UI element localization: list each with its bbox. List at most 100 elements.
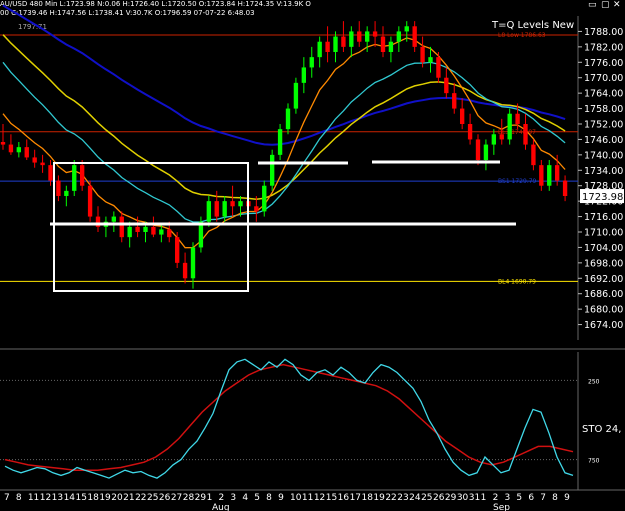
x-tick-label: 7 [4, 493, 10, 503]
x-tick-label: 7 [540, 493, 546, 503]
y-tick-label: 1788.00 [584, 27, 623, 38]
x-tick-label: 1 [481, 493, 487, 503]
candle-body [277, 129, 283, 155]
candle-body [64, 190, 69, 196]
x-tick-label: 6 [528, 493, 534, 503]
x-tick-label: 25 [421, 493, 432, 503]
candle-body [159, 229, 164, 235]
candle-body [40, 162, 45, 166]
candle-body [72, 165, 77, 191]
candle-body [111, 216, 117, 222]
candle-body [349, 31, 354, 47]
level-label: BS1 1729.79 [498, 178, 537, 185]
candle-body [269, 154, 275, 186]
x-tick-label: 15 [326, 493, 337, 503]
x-tick-label: 27 [171, 493, 182, 503]
x-tick-label: 8 [266, 493, 272, 503]
ma-teal-line [2, 61, 566, 223]
stoch-label: STO 24, [582, 424, 621, 435]
level-label: L8 Low 1786.63 [498, 32, 546, 39]
y-tick-label: 1734.00 [584, 166, 623, 177]
y-tick-label: 1704.00 [584, 243, 623, 254]
month-label: Sep [493, 503, 510, 511]
x-tick-label: 11 [302, 493, 313, 503]
x-tick-label: 2 [493, 493, 499, 503]
candle-body [380, 36, 386, 52]
x-tick-label: 11 [28, 493, 39, 503]
stoch-ref-label: 250 [588, 378, 600, 385]
candle-body [420, 46, 425, 63]
candle-body [309, 57, 314, 68]
candle-body [32, 157, 37, 163]
x-tick-label: 1 [207, 493, 213, 503]
x-tick-label: 4 [242, 493, 248, 503]
candle-body [182, 262, 188, 279]
candle-body [8, 144, 14, 153]
x-tick-label: 8 [16, 493, 22, 503]
x-tick-label: 8 [552, 493, 558, 503]
candle-body [523, 124, 528, 145]
candle-body [499, 134, 504, 140]
candle-body [301, 67, 307, 83]
x-tick-label: 5 [516, 493, 522, 503]
x-tick-label: 23 [397, 493, 408, 503]
candle-body [151, 226, 156, 235]
x-tick-label: 14 [64, 493, 76, 503]
candle-body [452, 93, 457, 109]
x-tick-label: 9 [278, 493, 284, 503]
x-tick-label: 22 [135, 493, 146, 503]
candle-body [254, 206, 259, 212]
candle-body [554, 165, 560, 181]
candle-body [428, 57, 433, 63]
candle-body [467, 124, 473, 140]
candle-body [459, 108, 465, 124]
x-tick-label: 5 [254, 493, 260, 503]
candle-body [515, 113, 520, 124]
candle-body [56, 180, 61, 196]
candle-body [547, 165, 552, 186]
ma-navy-line [2, 4, 566, 146]
y-tick-label: 1782.00 [584, 42, 623, 53]
x-tick-label: 15 [76, 493, 87, 503]
y-tick-label: 1764.00 [584, 89, 623, 100]
y-tick-label: 1698.00 [584, 258, 623, 269]
candle-body [206, 201, 212, 222]
candle-body [396, 31, 402, 42]
x-tick-label: 19 [99, 493, 111, 503]
x-tick-label: 26 [159, 493, 171, 503]
y-tick-label: 1740.00 [584, 150, 623, 161]
price-chart: L8 Low 1786.63BL3 1748.97BS1 1729.79BL4 … [0, 4, 625, 511]
x-tick-label: 18 [87, 493, 99, 503]
y-tick-label: 1692.00 [584, 274, 623, 285]
candle-body [190, 247, 196, 279]
candle-body [119, 216, 124, 238]
candle-body [198, 221, 204, 248]
level-label: BL4 1690.79 [498, 278, 536, 285]
candle-body [539, 165, 544, 186]
x-tick-label: 19 [373, 493, 385, 503]
candle-body [143, 226, 148, 232]
candle-body [412, 26, 417, 47]
candle-body [491, 134, 497, 145]
candle-body [475, 139, 481, 160]
x-tick-label: 20 [111, 493, 123, 503]
x-tick-label: 13 [52, 493, 63, 503]
candle-body [230, 201, 235, 207]
y-tick-label: 1710.00 [584, 228, 623, 239]
y-tick-label: 1746.00 [584, 135, 623, 146]
candle-body [444, 77, 449, 94]
y-tick-label: 1758.00 [584, 104, 623, 115]
ma-yellow-line [2, 34, 566, 201]
y-tick-label: 1686.00 [584, 289, 623, 300]
candle-body [87, 185, 93, 217]
candle-body [135, 226, 140, 232]
candle-body [404, 26, 409, 32]
candle-body [372, 31, 378, 37]
x-tick-label: 3 [230, 493, 236, 503]
stoch-ref-label: 750 [588, 458, 600, 465]
y-tick-label: 1674.00 [584, 320, 623, 331]
x-tick-label: 10 [290, 493, 302, 503]
candle-body [222, 201, 227, 217]
candle-body [483, 144, 489, 160]
candle-body [79, 165, 85, 186]
